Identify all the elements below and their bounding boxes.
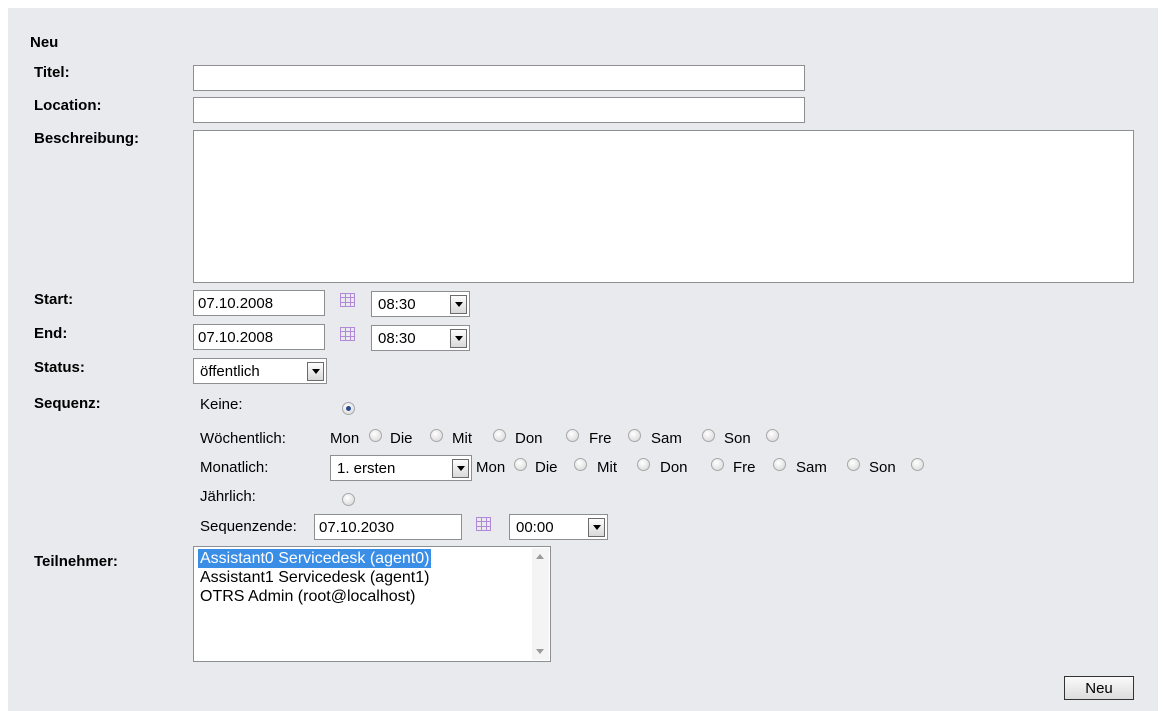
weekly-day-label: Son (724, 430, 751, 447)
calendar-icon[interactable] (340, 327, 355, 341)
weekly-mit-radio[interactable] (493, 429, 506, 442)
weekly-mon-radio[interactable] (369, 429, 382, 442)
scroll-up-icon[interactable] (536, 554, 544, 559)
description-label: Beschreibung: (34, 130, 140, 147)
sequence-end-label: Sequenzende: (200, 518, 297, 535)
calendar-icon[interactable] (476, 517, 491, 531)
monthly-occurrence-value: 1. ersten (337, 459, 396, 477)
sequence-none-radio[interactable] (342, 402, 355, 415)
chevron-down-icon[interactable] (450, 328, 467, 348)
start-time-select[interactable]: 08:30 (371, 291, 470, 317)
start-time-value: 08:30 (378, 295, 416, 313)
calendar-icon[interactable] (340, 293, 355, 307)
monthly-son-radio[interactable] (911, 458, 924, 471)
sequence-monthly-label: Monatlich: (200, 459, 269, 476)
end-time-value: 08:30 (378, 329, 416, 347)
location-label: Location: (34, 97, 102, 114)
participants-scrollbar[interactable] (532, 548, 549, 660)
submit-new-button[interactable]: Neu (1064, 676, 1134, 700)
weekly-day-label: Don (515, 430, 543, 447)
start-label: Start: (34, 291, 74, 308)
participants-label: Teilnehmer: (34, 553, 118, 570)
participant-option[interactable]: Assistant0 Servicedesk (agent0) (198, 549, 432, 568)
sequence-yearly-radio[interactable] (342, 493, 355, 506)
status-select[interactable]: öffentlich (193, 358, 327, 384)
description-textarea[interactable] (193, 130, 1134, 283)
monthly-mit-radio[interactable] (637, 458, 650, 471)
weekly-day-label: Mon (330, 430, 360, 447)
weekly-son-radio[interactable] (766, 429, 779, 442)
monthly-occurrence-select[interactable]: 1. ersten (330, 455, 472, 481)
scroll-down-icon[interactable] (536, 649, 544, 654)
weekly-die-radio[interactable] (430, 429, 443, 442)
monthly-day-label: Fre (733, 459, 756, 476)
participant-option[interactable]: OTRS Admin (root@localhost) (198, 587, 417, 606)
monthly-die-radio[interactable] (574, 458, 587, 471)
chevron-down-icon[interactable] (450, 294, 467, 314)
sequence-end-time-value: 00:00 (516, 518, 554, 536)
chevron-down-icon[interactable] (588, 517, 605, 537)
monthly-fre-radio[interactable] (773, 458, 786, 471)
monthly-sam-radio[interactable] (847, 458, 860, 471)
weekly-day-label: Mit (452, 430, 472, 447)
status-label: Status: (34, 359, 85, 376)
chevron-down-icon[interactable] (307, 361, 324, 381)
monthly-day-label: Son (869, 459, 896, 476)
participants-listbox[interactable]: Assistant0 Servicedesk (agent0) Assistan… (193, 546, 551, 662)
title-label: Titel: (34, 64, 70, 81)
form-heading: Neu (30, 34, 59, 51)
weekly-day-label: Die (390, 430, 413, 447)
monthly-day-label: Die (535, 459, 558, 476)
sequence-none-label: Keine: (200, 396, 243, 413)
weekly-fre-radio[interactable] (628, 429, 641, 442)
location-input[interactable] (193, 97, 805, 123)
monthly-day-label: Don (660, 459, 688, 476)
monthly-day-label: Mit (597, 459, 617, 476)
status-value: öffentlich (200, 362, 260, 380)
sequence-end-date-input[interactable] (314, 514, 462, 540)
title-input[interactable] (193, 65, 805, 91)
sequence-yearly-label: Jährlich: (200, 488, 256, 505)
sequence-label: Sequenz: (34, 395, 101, 412)
participant-option[interactable]: Assistant1 Servicedesk (agent1) (198, 568, 431, 587)
monthly-don-radio[interactable] (711, 458, 724, 471)
calendar-entry-form: Neu Titel: Location: Beschreibung: Start… (8, 8, 1158, 711)
monthly-mon-radio[interactable] (514, 458, 527, 471)
sequence-weekly-label: Wöchentlich: (200, 430, 286, 447)
sequence-end-time-select[interactable]: 00:00 (509, 514, 608, 540)
monthly-day-label: Mon (476, 459, 506, 476)
chevron-down-icon[interactable] (452, 458, 469, 478)
weekly-don-radio[interactable] (566, 429, 579, 442)
weekly-sam-radio[interactable] (702, 429, 715, 442)
end-label: End: (34, 325, 68, 342)
start-date-input[interactable] (193, 290, 325, 316)
weekly-day-label: Fre (589, 430, 612, 447)
end-time-select[interactable]: 08:30 (371, 325, 470, 351)
end-date-input[interactable] (193, 324, 325, 350)
monthly-day-label: Sam (796, 459, 827, 476)
weekly-day-label: Sam (651, 430, 682, 447)
